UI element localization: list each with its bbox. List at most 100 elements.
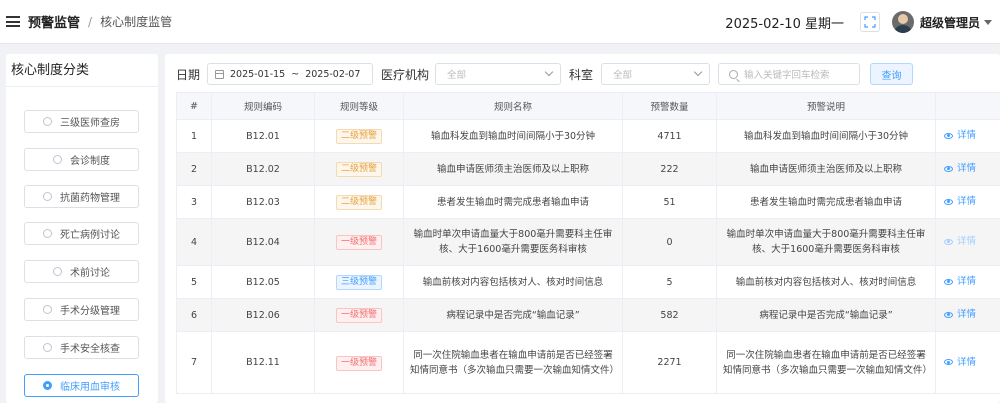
table-row: 3 B12.03 二级预警 患者发生输血时需完成患者输血申请 51 患者发生输血时需完成患… xyxy=(176,185,1000,219)
alert-count: 4711 xyxy=(622,119,717,153)
action-cell: 详情 xyxy=(935,119,1000,153)
level-badge: 二级预警 xyxy=(335,162,382,177)
rules-table: # 规则编码 规则等级 规则名称 预警数量 预警说明 1 B12.01 二级预警 输血… xyxy=(176,92,1000,394)
category-item-label: 手术分级管理 xyxy=(60,306,120,317)
rule-name: 输血前核对内容包括核对人、核对时间信息 xyxy=(403,265,623,299)
row-index: 6 xyxy=(176,298,212,332)
alert-desc: 病程记录中是否完成“输血记录” xyxy=(716,298,936,332)
eye-icon xyxy=(944,132,953,139)
username[interactable]: 超级管理员 xyxy=(920,14,980,31)
search-icon xyxy=(729,69,738,79)
rule-code: B12.11 xyxy=(211,331,315,394)
col-header-count: 预警数量 xyxy=(622,92,717,120)
col-header-desc: 预警说明 xyxy=(716,92,936,120)
query-button[interactable]: 查询 xyxy=(870,63,913,85)
rule-level-cell: 一级预警 xyxy=(314,218,404,266)
chevron-down-icon[interactable] xyxy=(984,19,992,25)
category-panel-title: 核心制度分类 xyxy=(6,54,158,87)
level-badge: 二级预警 xyxy=(335,129,382,144)
date-range-picker[interactable]: 2025-01-15 ~ 2025-02-07 xyxy=(207,63,373,85)
chevron-down-icon xyxy=(544,67,554,77)
row-index: 5 xyxy=(176,265,212,299)
col-header-name: 规则名称 xyxy=(403,92,623,120)
category-item[interactable]: 临床用血审核 xyxy=(24,374,139,397)
user-avatar[interactable] xyxy=(891,11,914,33)
rule-name: 输血科发血到输血时间间隔小于30分钟 xyxy=(403,119,623,153)
category-item-label: 临床用血审核 xyxy=(60,382,120,393)
radio-icon xyxy=(43,117,52,126)
detail-link[interactable]: 详情 xyxy=(944,194,976,209)
table-row: 1 B12.01 二级预警 输血科发血到输血时间间隔小于30分钟 4711 输血科发血到输… xyxy=(176,119,1000,153)
current-datetime: 2025-02-10 星期一 xyxy=(725,16,844,32)
detail-label: 详情 xyxy=(957,356,977,368)
rule-level-cell: 一级预警 xyxy=(314,331,404,394)
breadcrumb-root[interactable]: 预警监管 xyxy=(28,12,80,31)
rule-level-cell: 二级预警 xyxy=(314,185,404,219)
row-index: 2 xyxy=(176,152,212,186)
category-item[interactable]: 手术分级管理 xyxy=(24,298,139,321)
col-header-action xyxy=(935,92,1000,120)
category-item[interactable]: 术前讨论 xyxy=(24,260,139,283)
breadcrumb-current: 核心制度监管 xyxy=(100,15,173,29)
fullscreen-icon[interactable] xyxy=(859,12,880,32)
action-cell: 详情 xyxy=(935,185,1000,219)
eye-icon xyxy=(944,198,953,205)
filter-bar: 日期 2025-01-15 ~ 2025-02-07 医疗机构 全部 科室 全部… xyxy=(165,54,1000,92)
col-header-level: 规则等级 xyxy=(314,92,404,120)
chevron-down-icon xyxy=(693,67,703,77)
table-row: 5 B12.05 三级预警 输血前核对内容包括核对人、核对时间信息 5 输血前核对内容包括… xyxy=(176,265,1000,299)
action-cell: 详情 xyxy=(935,298,1000,332)
action-cell: 详情 xyxy=(935,218,1000,266)
category-item[interactable]: 抗菌药物管理 xyxy=(24,185,139,208)
org-label: 医疗机构 xyxy=(381,68,430,82)
category-item[interactable]: 手术安全核查 xyxy=(24,336,139,359)
eye-icon xyxy=(944,311,953,318)
alert-desc: 同一次住院输血患者在输血申请前是否已经签署知情同意书（多次输血只需要一次输血知情… xyxy=(716,331,936,394)
row-index: 3 xyxy=(176,185,212,219)
alert-count: 582 xyxy=(622,298,717,332)
rule-level-cell: 二级预警 xyxy=(314,152,404,186)
org-select[interactable]: 全部 xyxy=(435,63,561,85)
radio-icon xyxy=(43,381,52,390)
category-item-label: 会诊制度 xyxy=(70,156,110,167)
detail-label: 详情 xyxy=(957,276,977,288)
detail-link[interactable]: 详情 xyxy=(944,128,976,143)
alert-desc: 患者发生输血时需完成患者输血申请 xyxy=(716,185,936,219)
alert-desc: 输血时单次申请血量大于800毫升需要科主任审核、大于1600毫升需要医务科审核 xyxy=(716,218,936,266)
detail-link[interactable]: 详情 xyxy=(944,161,976,176)
radio-icon xyxy=(43,305,52,314)
category-item[interactable]: 死亡病例讨论 xyxy=(24,222,139,245)
alert-desc: 输血前核对内容包括核对人、核对时间信息 xyxy=(716,265,936,299)
detail-link[interactable]: 详情 xyxy=(944,234,976,249)
row-index: 4 xyxy=(176,218,212,266)
alert-desc: 输血申请医师须主治医师及以上职称 xyxy=(716,152,936,186)
category-item[interactable]: 三级医师查房 xyxy=(24,110,139,133)
table-row: 7 B12.11 一级预警 同一次住院输血患者在输血申请前是否已经签署知情同意书（多次… xyxy=(176,331,1000,394)
alert-count: 222 xyxy=(622,152,717,186)
eye-icon xyxy=(944,359,953,366)
detail-label: 详情 xyxy=(957,309,977,321)
eye-icon xyxy=(944,238,953,245)
date-start: 2025-01-15 xyxy=(230,68,286,80)
category-item-label: 死亡病例讨论 xyxy=(60,230,120,241)
table-row: 2 B12.02 二级预警 输血申请医师须主治医师及以上职称 222 输血申请医师须主治医… xyxy=(176,152,1000,186)
date-label: 日期 xyxy=(176,68,201,82)
rule-name: 同一次住院输血患者在输血申请前是否已经签署知情同意书（多次输血只需要一次输血知情… xyxy=(403,331,623,394)
date-end: 2025-02-07 xyxy=(305,68,361,80)
dept-select-value: 全部 xyxy=(613,70,633,81)
date-range-separator: ~ xyxy=(291,68,300,80)
category-item[interactable]: 会诊制度 xyxy=(24,148,139,171)
alert-count: 5 xyxy=(622,265,717,299)
menu-toggle-icon[interactable] xyxy=(6,16,20,27)
radio-icon xyxy=(43,192,52,201)
detail-link[interactable]: 详情 xyxy=(944,274,976,289)
detail-link[interactable]: 详情 xyxy=(944,355,976,370)
search-input[interactable]: 输入关键字回车检索 xyxy=(718,63,860,85)
alert-count: 0 xyxy=(622,218,717,266)
col-header-index: # xyxy=(176,92,212,120)
table-header-row: # 规则编码 规则等级 规则名称 预警数量 预警说明 xyxy=(176,92,1000,120)
dept-select[interactable]: 全部 xyxy=(601,63,710,85)
rule-code: B12.05 xyxy=(211,265,315,299)
category-item-label: 三级医师查房 xyxy=(60,118,120,129)
detail-link[interactable]: 详情 xyxy=(944,307,976,322)
